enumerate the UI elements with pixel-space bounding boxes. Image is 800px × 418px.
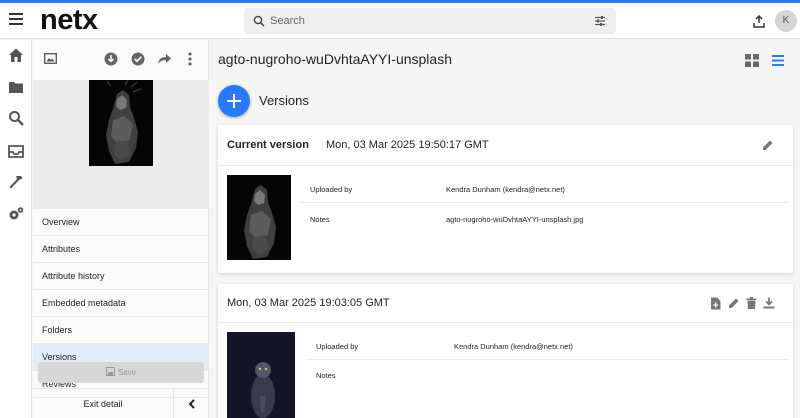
card-divider: [218, 165, 793, 166]
asset-detail-panel: Overview Attributes Attribute history Em…: [33, 40, 209, 418]
file-add-icon[interactable]: [710, 297, 721, 310]
meta-row: Uploaded by Kendra Dunham (kendra@netx.n…: [306, 332, 788, 360]
meta-key: Uploaded by: [310, 185, 353, 194]
menu-icon[interactable]: [9, 13, 23, 25]
meta-value: Kendra Dunham (kendra@netx.net): [446, 185, 565, 194]
previous-version-card: Mon, 03 Mar 2025 19:03:05 GMT Uploaded b…: [218, 284, 793, 418]
asset-title: agto-nugroho-wuDvhtaAYYI-unsplash: [218, 51, 452, 67]
current-version-thumbnail[interactable]: [227, 175, 291, 260]
meta-key: Notes: [316, 371, 336, 380]
current-version-label: Current version: [227, 139, 309, 151]
save-button[interactable]: Save: [38, 362, 204, 383]
main-content: agto-nugroho-wuDvhtaAYYI-unsplash Versio…: [210, 40, 800, 418]
current-version-card: Current version Mon, 03 Mar 2025 19:50:1…: [218, 125, 793, 273]
nav-item-attribute-history[interactable]: Attribute history: [33, 263, 209, 290]
icon-rail: [0, 40, 32, 418]
grid-view-icon[interactable]: [745, 54, 759, 67]
download-circle-icon[interactable]: [104, 52, 118, 66]
card-divider: [218, 322, 793, 323]
more-options-icon[interactable]: [188, 52, 192, 66]
filter-sliders-icon[interactable]: [594, 15, 606, 27]
folder-icon[interactable]: [7, 78, 25, 96]
approve-check-icon[interactable]: [131, 52, 145, 66]
list-view-icon[interactable]: [772, 55, 784, 66]
image-preview-icon[interactable]: [44, 53, 57, 64]
meta-value: agto-nugroho-wuDvhtaAYYI-unsplash.jpg: [446, 215, 584, 224]
search-icon: [253, 15, 265, 27]
search-bar: [244, 8, 616, 34]
versions-section-title: Versions: [259, 93, 309, 108]
meta-row: Uploaded by Kendra Dunham (kendra@netx.n…: [300, 175, 788, 203]
meta-key: Notes: [310, 215, 330, 224]
meta-row: Notes agto-nugroho-wuDvhtaAYYI-unsplash.…: [300, 205, 788, 233]
collapse-panel-button[interactable]: [173, 389, 209, 418]
meta-row: Notes: [306, 361, 788, 389]
current-version-date: Mon, 03 Mar 2025 19:50:17 GMT: [326, 139, 489, 151]
delete-trash-icon[interactable]: [746, 297, 757, 309]
meta-value: Kendra Dunham (kendra@netx.net): [454, 342, 573, 351]
search-icon[interactable]: [7, 109, 25, 127]
inbox-icon[interactable]: [7, 142, 25, 160]
add-version-button[interactable]: [218, 85, 250, 117]
top-bar: netx K: [0, 3, 800, 39]
meta-key: Uploaded by: [316, 342, 359, 351]
save-button-label: Save: [117, 368, 137, 377]
search-input[interactable]: [270, 12, 570, 30]
previous-version-date: Mon, 03 Mar 2025 19:03:05 GMT: [227, 297, 390, 309]
edit-pencil-icon[interactable]: [728, 297, 740, 309]
previous-version-thumbnail[interactable]: [227, 332, 295, 418]
save-disk-icon: [105, 367, 115, 376]
edit-pencil-icon[interactable]: [762, 139, 774, 151]
asset-thumbnail-image[interactable]: [89, 80, 153, 166]
chevron-left-icon: [188, 399, 195, 409]
nav-item-overview[interactable]: Overview: [33, 209, 209, 236]
hammer-icon[interactable]: [7, 173, 25, 191]
download-icon[interactable]: [763, 297, 775, 309]
asset-thumbnail-area: [33, 80, 209, 209]
nav-item-embedded-metadata[interactable]: Embedded metadata: [33, 290, 209, 317]
nav-item-attributes[interactable]: Attributes: [33, 236, 209, 263]
home-icon[interactable]: [7, 46, 25, 64]
upload-icon[interactable]: [753, 15, 765, 28]
settings-gears-icon[interactable]: [7, 205, 25, 223]
exit-detail-button[interactable]: Exit detail: [33, 389, 173, 418]
exit-detail-row: Exit detail: [33, 388, 209, 418]
user-avatar[interactable]: K: [775, 10, 797, 32]
nav-item-folders[interactable]: Folders: [33, 317, 209, 344]
share-icon[interactable]: [157, 53, 172, 65]
netx-logo[interactable]: netx: [40, 4, 98, 37]
